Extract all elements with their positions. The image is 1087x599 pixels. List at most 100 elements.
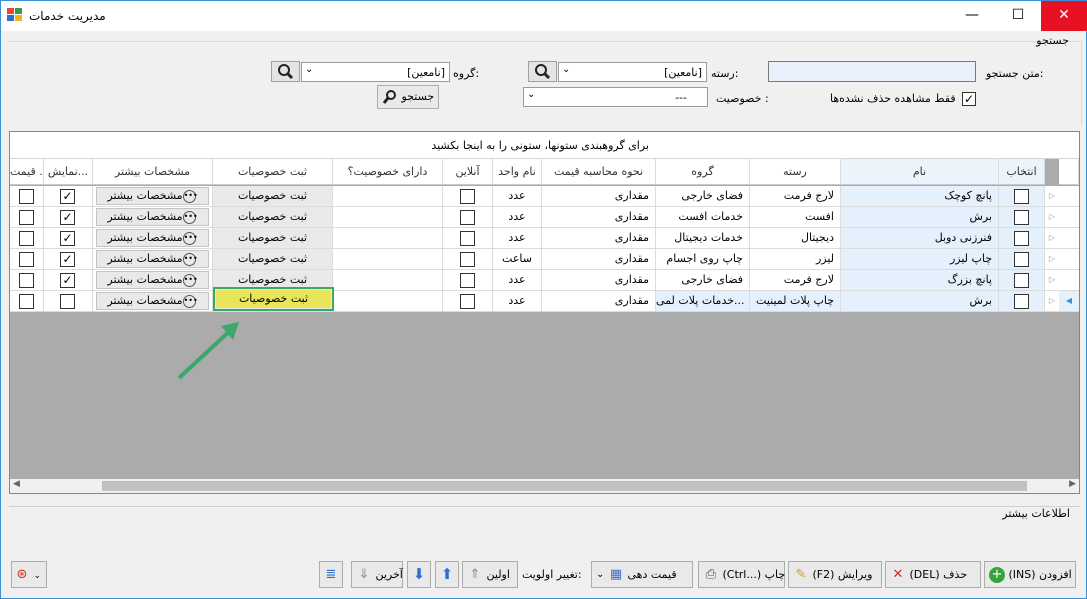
cell-has_prop[interactable] bbox=[333, 249, 443, 270]
row-expand-icon[interactable]: ▷ bbox=[1045, 291, 1059, 312]
cell-has_prop[interactable] bbox=[333, 291, 443, 312]
header-more[interactable]: مشخصات بیشتر bbox=[93, 159, 213, 185]
group-search-button[interactable] bbox=[271, 61, 300, 82]
row-header[interactable]: ◀ bbox=[1059, 291, 1079, 312]
checkbox[interactable] bbox=[459, 294, 475, 309]
checkbox[interactable] bbox=[18, 210, 34, 225]
more-details-button[interactable]: مشخصات بیشتر••• bbox=[96, 187, 209, 205]
checkbox[interactable] bbox=[1013, 189, 1029, 204]
search-button[interactable]: جستجو bbox=[377, 85, 440, 109]
checkbox[interactable] bbox=[18, 294, 34, 309]
move-down-button[interactable]: ⬇ bbox=[407, 561, 431, 588]
last-button[interactable]: ⇓ آخرین bbox=[351, 561, 403, 588]
cell-group[interactable]: خدمات دیجیتال bbox=[656, 228, 750, 249]
cell-price[interactable] bbox=[10, 186, 44, 207]
row-header[interactable] bbox=[1059, 228, 1079, 249]
deleted-only-checkbox[interactable]: ✓ bbox=[962, 92, 976, 106]
cell-has_prop[interactable] bbox=[333, 207, 443, 228]
checkbox[interactable] bbox=[1013, 231, 1029, 246]
search-input[interactable] bbox=[768, 61, 976, 82]
checkbox[interactable]: ✓ bbox=[60, 231, 75, 246]
checkbox[interactable] bbox=[1013, 273, 1029, 288]
scroll-left-icon[interactable]: ◀ bbox=[13, 479, 20, 489]
cell-show[interactable]: ✓ bbox=[44, 228, 93, 249]
checkbox[interactable] bbox=[18, 231, 34, 246]
cell-more[interactable]: مشخصات بیشتر••• bbox=[93, 249, 213, 270]
cell-show[interactable]: ✓ bbox=[44, 249, 93, 270]
cell-calc[interactable]: مقداری bbox=[542, 249, 656, 270]
cell-select[interactable] bbox=[999, 207, 1045, 228]
header-category[interactable]: رسته bbox=[750, 159, 841, 185]
checkbox[interactable] bbox=[18, 189, 34, 204]
cell-has_prop[interactable] bbox=[333, 186, 443, 207]
header-has-prop[interactable]: دارای خصوصیت؟ bbox=[333, 159, 443, 185]
close-button[interactable]: ✕ bbox=[1041, 1, 1087, 31]
cell-select[interactable] bbox=[999, 291, 1045, 312]
checkbox[interactable] bbox=[459, 273, 475, 288]
cell-more[interactable]: مشخصات بیشتر••• bbox=[93, 207, 213, 228]
more-details-button[interactable]: مشخصات بیشتر••• bbox=[96, 271, 209, 289]
cell-select[interactable] bbox=[999, 186, 1045, 207]
checkbox[interactable] bbox=[18, 273, 34, 288]
cell-select[interactable] bbox=[999, 270, 1045, 291]
checkbox[interactable] bbox=[1013, 294, 1029, 309]
cell-online[interactable] bbox=[443, 186, 493, 207]
cell-show[interactable]: ✓ bbox=[44, 207, 93, 228]
cell-show[interactable]: ✓ bbox=[44, 270, 93, 291]
cell-price[interactable] bbox=[10, 291, 44, 312]
maximize-button[interactable]: ☐ bbox=[995, 1, 1041, 31]
header-online[interactable]: آنلاین bbox=[443, 159, 493, 185]
align-button[interactable]: ≣ bbox=[319, 561, 343, 588]
category-select[interactable]: ⌄ [نامعین] bbox=[558, 62, 707, 82]
checkbox[interactable]: ✓ bbox=[60, 273, 75, 288]
cell-has_prop[interactable] bbox=[333, 270, 443, 291]
row-expand-icon[interactable]: ▷ bbox=[1045, 270, 1059, 291]
cell-category[interactable]: لارج فرمت bbox=[750, 186, 841, 207]
header-show[interactable]: نمایش... bbox=[44, 159, 93, 185]
row-header[interactable] bbox=[1059, 270, 1079, 291]
cell-more[interactable]: مشخصات بیشتر••• bbox=[93, 291, 213, 312]
pricing-button[interactable]: ⌄ ▦ قیمت دهی bbox=[591, 561, 693, 588]
move-up-button[interactable]: ⬆ bbox=[435, 561, 459, 588]
cell-category[interactable]: لارج فرمت bbox=[750, 270, 841, 291]
cell-group[interactable]: چاپ روی اجسام bbox=[656, 249, 750, 270]
cell-unit[interactable]: عدد bbox=[493, 228, 542, 249]
header-calc[interactable]: نحوه محاسبه قیمت bbox=[542, 159, 656, 185]
cell-online[interactable] bbox=[443, 291, 493, 312]
row-expand-icon[interactable]: ▷ bbox=[1045, 228, 1059, 249]
cell-reg[interactable]: ثبت خصوصیات bbox=[213, 228, 333, 249]
more-details-button[interactable]: مشخصات بیشتر••• bbox=[96, 208, 209, 226]
cell-name[interactable]: پانچ بزرگ bbox=[841, 270, 999, 291]
row-expand-icon[interactable]: ▷ bbox=[1045, 186, 1059, 207]
cell-reg[interactable]: ثبت خصوصیات bbox=[213, 207, 333, 228]
cell-reg[interactable]: ثبت خصوصیات bbox=[213, 186, 333, 207]
cell-category[interactable]: افست bbox=[750, 207, 841, 228]
cell-select[interactable] bbox=[999, 249, 1045, 270]
header-group[interactable]: گروه bbox=[656, 159, 750, 185]
checkbox[interactable] bbox=[1013, 210, 1029, 225]
header-unit[interactable]: نام واحد bbox=[493, 159, 542, 185]
cell-has_prop[interactable] bbox=[333, 228, 443, 249]
more-details-button[interactable]: مشخصات بیشتر••• bbox=[96, 292, 209, 310]
edit-button[interactable]: ✎ (F2) ویرایش bbox=[788, 561, 882, 588]
row-header[interactable] bbox=[1059, 249, 1079, 270]
scrollbar-thumb[interactable] bbox=[102, 481, 1027, 491]
checkbox[interactable] bbox=[60, 294, 75, 309]
cell-group[interactable]: فضای خارجی bbox=[656, 270, 750, 291]
checkbox[interactable] bbox=[1013, 252, 1029, 267]
cell-more[interactable]: مشخصات بیشتر••• bbox=[93, 228, 213, 249]
cell-price[interactable] bbox=[10, 249, 44, 270]
cell-online[interactable] bbox=[443, 207, 493, 228]
first-button[interactable]: ⇑ اولین bbox=[462, 561, 518, 588]
property-select[interactable]: ⌄ --- bbox=[523, 87, 708, 107]
checkbox[interactable]: ✓ bbox=[60, 252, 75, 267]
minimize-button[interactable]: — bbox=[949, 1, 995, 31]
cell-online[interactable] bbox=[443, 249, 493, 270]
cell-category[interactable]: چاپ پلات لمینیت bbox=[750, 291, 841, 312]
cell-unit[interactable]: عدد bbox=[493, 207, 542, 228]
cell-group[interactable]: خدمات پلات لمی... bbox=[656, 291, 750, 312]
cell-show[interactable] bbox=[44, 291, 93, 312]
cell-calc[interactable]: مقداری bbox=[542, 228, 656, 249]
row-header[interactable] bbox=[1059, 207, 1079, 228]
header-reg-prop[interactable]: ثبت خصوصیات bbox=[213, 159, 333, 185]
